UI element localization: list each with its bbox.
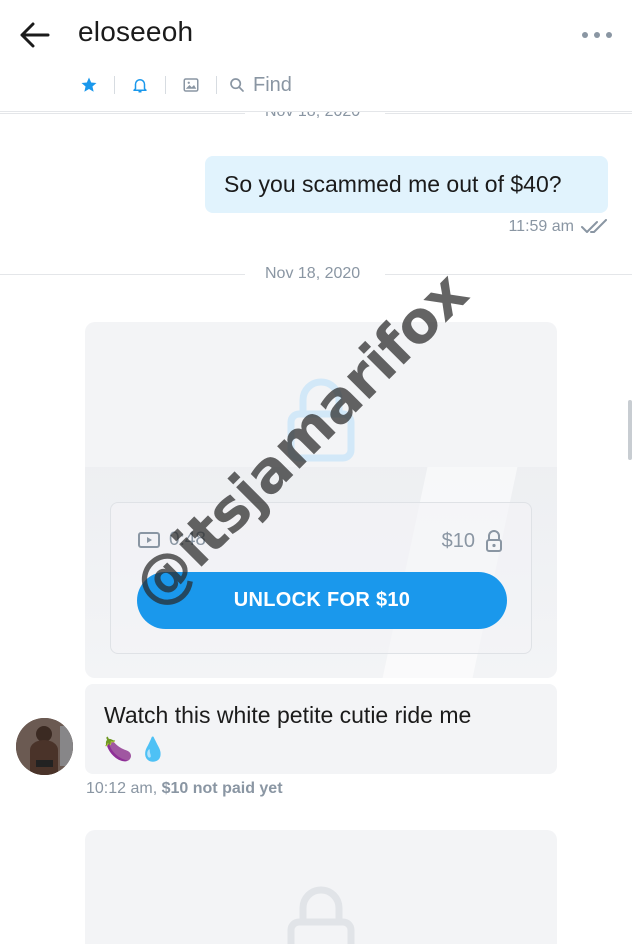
- date-divider-text: Nov 18, 2020: [265, 265, 361, 282]
- outgoing-message-text: So you scammed me out of $40?: [224, 171, 562, 197]
- unlock-button[interactable]: UNLOCK FOR $10: [137, 572, 507, 629]
- image-icon: [183, 78, 199, 92]
- payment-status: $10 not paid yet: [161, 780, 283, 797]
- media-price-text: $10: [441, 529, 475, 552]
- eggplant-emoji: 🍆: [104, 736, 133, 762]
- find-label: Find: [253, 73, 292, 96]
- outgoing-message-bubble[interactable]: So you scammed me out of $40?: [205, 156, 608, 213]
- arrow-left-icon: [20, 22, 50, 48]
- find-button[interactable]: Find: [229, 74, 292, 97]
- chat-toolbar: Find: [76, 70, 292, 100]
- incoming-message-time: 10:12 am,: [86, 780, 158, 797]
- favorite-button[interactable]: [76, 72, 102, 98]
- back-button[interactable]: [18, 18, 52, 52]
- avatar[interactable]: [16, 718, 73, 775]
- incoming-message-meta: 10:12 am, $10 not paid yet: [86, 780, 283, 798]
- video-info: 0:48: [137, 529, 206, 551]
- chat-header: eloseeoh Find: [0, 0, 632, 112]
- notifications-button[interactable]: [127, 72, 153, 98]
- more-horizontal-icon: [582, 32, 588, 38]
- date-divider: Nov 18, 2020: [0, 264, 632, 286]
- outgoing-message-meta: 11:59 am: [508, 218, 608, 236]
- media-button[interactable]: [178, 72, 204, 98]
- emoji-row: 🍆 💧: [104, 733, 538, 765]
- double-check-icon: [581, 219, 607, 233]
- lock-icon: [287, 378, 355, 462]
- avatar-image: [16, 718, 73, 775]
- video-duration: 0:48: [169, 529, 206, 550]
- locked-media-card[interactable]: 0:48 $10 UNLOCK FOR $10: [85, 322, 557, 678]
- bell-icon: [133, 79, 147, 93]
- more-options-button[interactable]: [582, 24, 612, 46]
- video-icon: [138, 532, 160, 548]
- scrollbar[interactable]: [628, 400, 632, 460]
- locked-media-card-2[interactable]: [85, 830, 557, 944]
- media-price: $10: [442, 529, 503, 553]
- droplet-emoji: 💧: [138, 736, 168, 762]
- search-icon: [230, 78, 244, 92]
- incoming-message-text: Watch this white petite cutie ride me: [104, 702, 472, 728]
- incoming-message-bubble[interactable]: Watch this white petite cutie ride me 🍆 …: [85, 684, 557, 774]
- chat-title[interactable]: eloseeoh: [78, 16, 193, 48]
- star-icon: [81, 77, 97, 92]
- outgoing-message-time: 11:59 am: [508, 218, 574, 235]
- lock-icon: [486, 530, 502, 552]
- unlock-panel: 0:48 $10 UNLOCK FOR $10: [110, 502, 532, 654]
- lock-icon: [287, 886, 355, 944]
